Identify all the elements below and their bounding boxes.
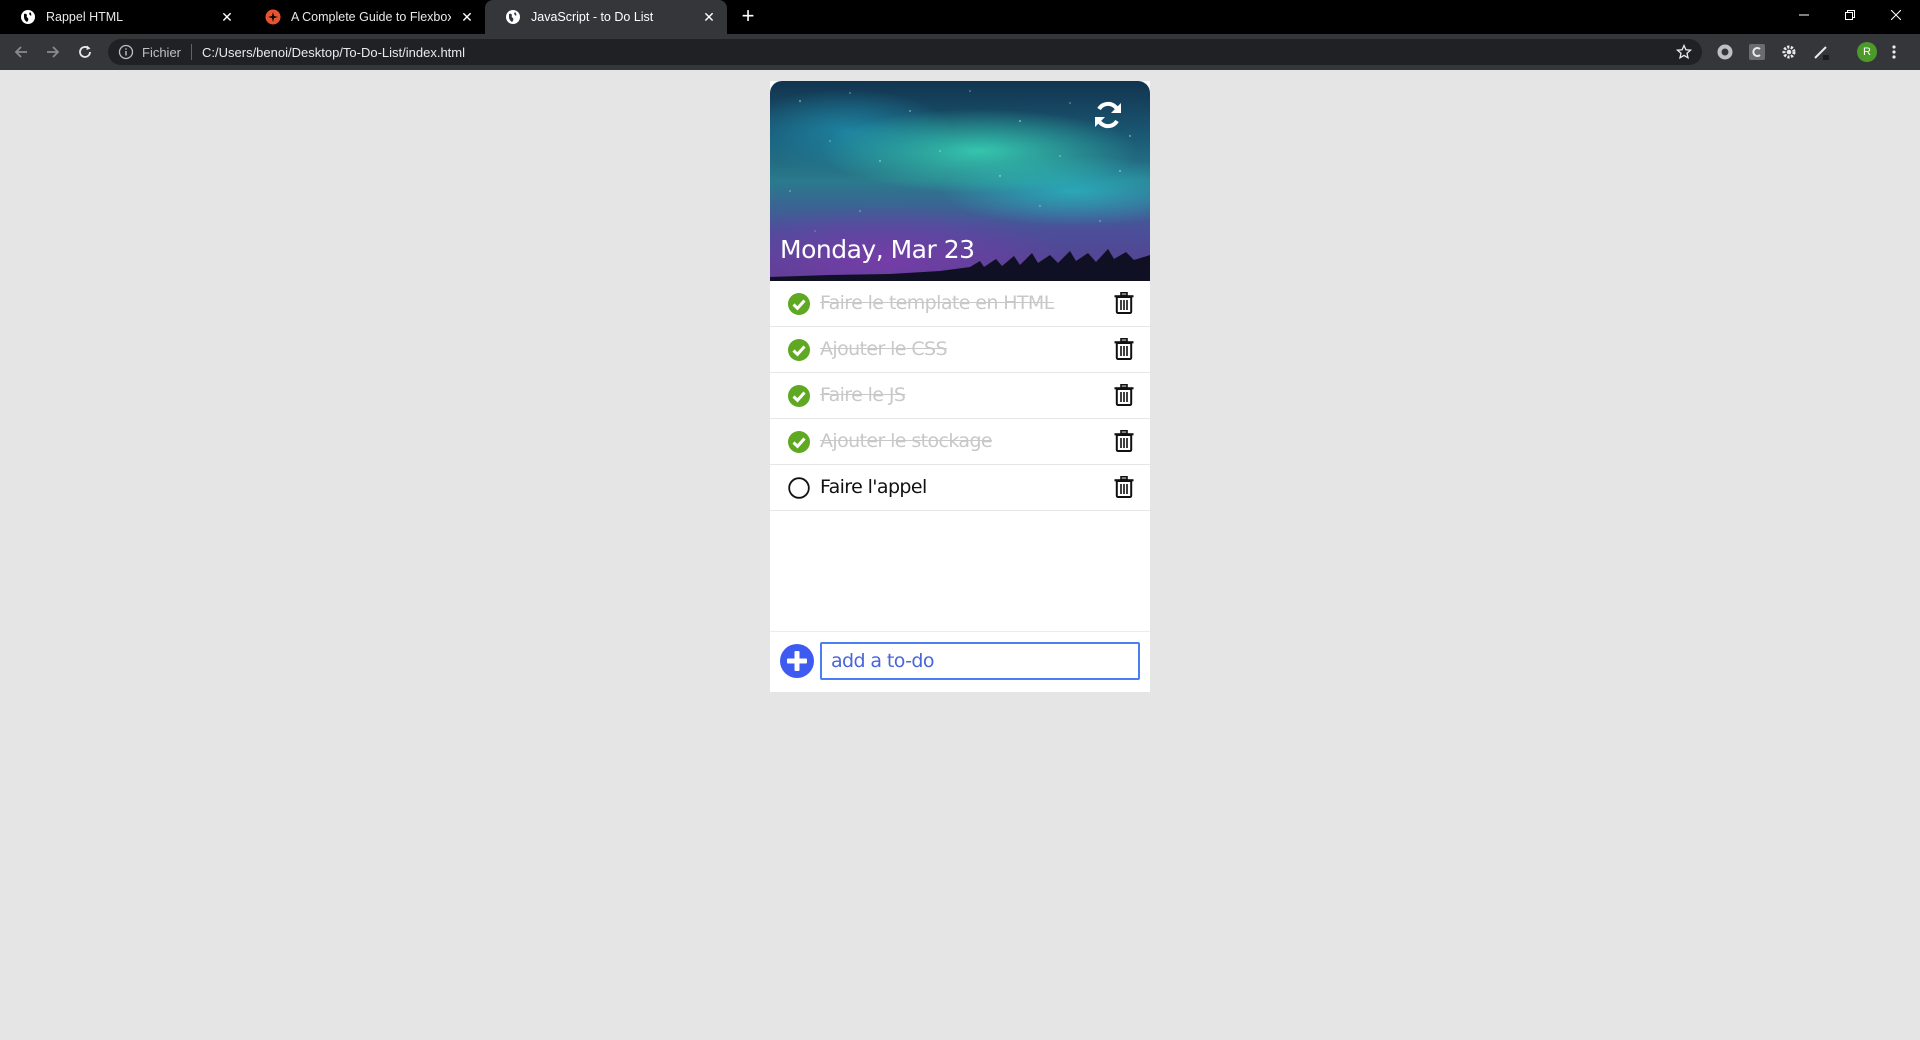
check-circle-icon[interactable] <box>788 293 810 315</box>
extension-shield-icon[interactable] <box>1716 43 1734 61</box>
tab-todo-list[interactable]: JavaScript - to Do List ✕ <box>485 0 727 34</box>
add-todo-bar <box>770 631 1150 692</box>
date-heading: Monday, Mar 23 <box>780 235 975 264</box>
extension-gear-icon[interactable] <box>1780 43 1798 61</box>
circle-unchecked-icon[interactable] <box>788 477 810 499</box>
close-icon <box>1891 10 1901 20</box>
tab-title: A Complete Guide to Flexbox | C <box>291 10 451 24</box>
minimize-icon <box>1799 14 1809 16</box>
plus-circle-icon[interactable] <box>780 644 814 678</box>
header-banner: Monday, Mar 23 <box>770 81 1150 281</box>
tab-rappel-html[interactable]: Rappel HTML ✕ <box>0 0 245 34</box>
check-circle-icon[interactable] <box>788 339 810 361</box>
css-tricks-icon <box>265 9 281 25</box>
trash-icon[interactable] <box>1114 338 1134 360</box>
todo-text: Faire l'appel <box>820 476 927 498</box>
todo-app: Monday, Mar 23 Faire le template en HTML… <box>770 81 1150 692</box>
tab-flexbox-guide[interactable]: A Complete Guide to Flexbox | C ✕ <box>245 0 485 34</box>
close-tab-icon[interactable]: ✕ <box>459 9 475 25</box>
profile-avatar[interactable]: R <box>1857 42 1877 62</box>
profile-initial: R <box>1863 46 1871 58</box>
tab-title: Rappel HTML <box>46 10 124 24</box>
reload-icon <box>79 45 91 58</box>
trash-icon[interactable] <box>1114 430 1134 452</box>
scheme-label: Fichier <box>142 44 182 60</box>
add-todo-input[interactable] <box>820 642 1140 680</box>
restore-button[interactable] <box>1827 0 1873 30</box>
close-tab-icon[interactable]: ✕ <box>219 9 235 25</box>
todo-list: Faire le template en HTML Ajouter le CSS… <box>770 281 1150 511</box>
divider <box>191 44 193 60</box>
minimize-button[interactable] <box>1781 0 1827 30</box>
back-button[interactable] <box>7 38 35 66</box>
extension-pen-icon[interactable] <box>1812 43 1830 61</box>
refresh-icon[interactable] <box>1092 99 1124 131</box>
globe-icon <box>506 10 520 24</box>
close-tab-icon[interactable]: ✕ <box>701 9 717 25</box>
menu-dots-icon[interactable] <box>1890 43 1898 61</box>
tab-title: JavaScript - to Do List <box>531 10 654 24</box>
todo-text: Ajouter le stockage <box>820 430 993 452</box>
close-window-button[interactable] <box>1873 0 1919 30</box>
new-tab-button[interactable]: + <box>736 5 760 28</box>
todo-text: Ajouter le CSS <box>820 338 948 360</box>
restore-icon <box>1845 10 1855 20</box>
check-circle-icon[interactable] <box>788 431 810 453</box>
address-bar[interactable]: Fichier C:/Users/benoi/Desktop/To-Do-Lis… <box>108 39 1702 65</box>
todo-item: Ajouter le CSS <box>770 327 1150 373</box>
arrow-left-icon <box>14 46 27 58</box>
trash-icon[interactable] <box>1114 292 1134 314</box>
extension-c-icon[interactable] <box>1748 43 1766 61</box>
trash-icon[interactable] <box>1114 476 1134 498</box>
tab-strip: Rappel HTML ✕ A Complete Guide to Flexbo… <box>0 0 1920 34</box>
reload-button[interactable] <box>71 38 99 66</box>
info-icon[interactable] <box>118 44 134 60</box>
todo-text: Faire le template en HTML <box>820 292 1054 314</box>
todo-item: Ajouter le stockage <box>770 419 1150 465</box>
trash-icon[interactable] <box>1114 384 1134 406</box>
globe-icon <box>21 10 35 24</box>
todo-item: Faire le template en HTML <box>770 281 1150 327</box>
todo-text: Faire le JS <box>820 384 906 406</box>
todo-item: Faire le JS <box>770 373 1150 419</box>
todo-item: Faire l'appel <box>770 465 1150 511</box>
forward-button[interactable] <box>39 38 67 66</box>
check-circle-icon[interactable] <box>788 385 810 407</box>
browser-toolbar: Fichier C:/Users/benoi/Desktop/To-Do-Lis… <box>0 34 1920 70</box>
bookmark-star-icon[interactable] <box>1676 44 1692 60</box>
url-text[interactable]: C:/Users/benoi/Desktop/To-Do-List/index.… <box>202 45 465 60</box>
arrow-right-icon <box>47 46 60 58</box>
